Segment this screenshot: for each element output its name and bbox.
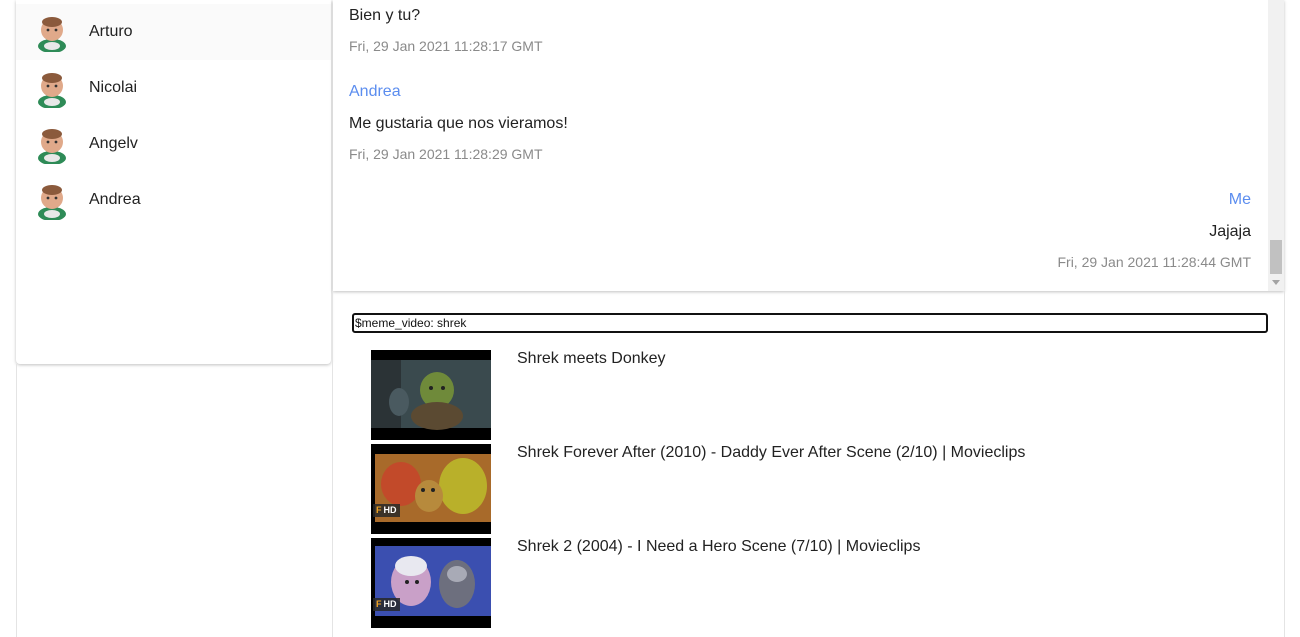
video-result-item[interactable]: Shrek meets Donkey xyxy=(371,350,1271,440)
video-thumbnail[interactable]: F HD xyxy=(371,444,491,534)
video-thumbnail-image xyxy=(371,350,491,440)
contact-name: Arturo xyxy=(89,23,133,40)
video-result-item[interactable]: F HD Shrek Forever After (2010) - Daddy E… xyxy=(371,444,1271,534)
divider xyxy=(332,291,333,637)
fandango-icon: F xyxy=(376,599,382,609)
video-result-item[interactable]: F HD Shrek 2 (2004) - I Need a Hero Scene… xyxy=(371,538,1271,628)
chat-app: Arturo Nicolai Angelv Andrea Bien y tu? … xyxy=(0,0,1300,637)
contact-item-nicolai[interactable]: Nicolai xyxy=(16,60,331,116)
messages-scrollbar[interactable] xyxy=(1268,0,1284,291)
fandango-icon: F xyxy=(376,505,382,515)
hd-badge: F HD xyxy=(373,504,400,517)
avatar-icon xyxy=(38,185,66,220)
video-thumbnail-image xyxy=(371,444,491,534)
message-text: Bien y tu? xyxy=(349,7,421,24)
contact-item-angelv[interactable]: Angelv xyxy=(16,116,331,172)
scroll-down-arrow-icon[interactable] xyxy=(1272,280,1280,285)
message-text: Jajaja xyxy=(1209,223,1251,240)
contact-name: Angelv xyxy=(89,135,138,152)
hd-label: HD xyxy=(383,599,397,609)
hd-badge: F HD xyxy=(373,598,400,611)
video-title[interactable]: Shrek Forever After (2010) - Daddy Ever … xyxy=(517,444,1025,462)
message-timestamp: Fri, 29 Jan 2021 11:28:29 GMT xyxy=(349,146,543,162)
scrollbar-thumb[interactable] xyxy=(1270,240,1282,274)
video-thumbnail-image xyxy=(371,538,491,628)
message-author: Andrea xyxy=(349,83,401,100)
avatar-icon xyxy=(38,17,66,52)
message-timestamp: Fri, 29 Jan 2021 11:28:17 GMT xyxy=(349,38,543,54)
contact-name: Andrea xyxy=(89,191,141,208)
avatar-icon xyxy=(38,73,66,108)
contact-name: Nicolai xyxy=(89,79,138,96)
avatar-icon xyxy=(38,129,66,164)
messages-panel: Bien y tu? Fri, 29 Jan 2021 11:28:17 GMT… xyxy=(333,0,1284,291)
contact-item-arturo[interactable]: Arturo xyxy=(16,4,331,60)
hd-label: HD xyxy=(383,505,397,515)
divider xyxy=(1284,291,1285,637)
video-title[interactable]: Shrek 2 (2004) - I Need a Hero Scene (7/… xyxy=(517,538,920,556)
video-title[interactable]: Shrek meets Donkey xyxy=(517,350,666,368)
video-thumbnail[interactable]: F HD xyxy=(371,538,491,628)
message-text: Me gustaria que nos vieramos! xyxy=(349,115,568,132)
video-thumbnail[interactable] xyxy=(371,350,491,440)
contacts-panel: Arturo Nicolai Angelv Andrea xyxy=(16,0,331,364)
divider xyxy=(16,364,17,637)
message-author: Me xyxy=(1228,191,1251,208)
message-input[interactable] xyxy=(352,313,1268,333)
contact-item-andrea[interactable]: Andrea xyxy=(16,172,331,228)
message-timestamp: Fri, 29 Jan 2021 11:28:44 GMT xyxy=(1057,254,1251,270)
